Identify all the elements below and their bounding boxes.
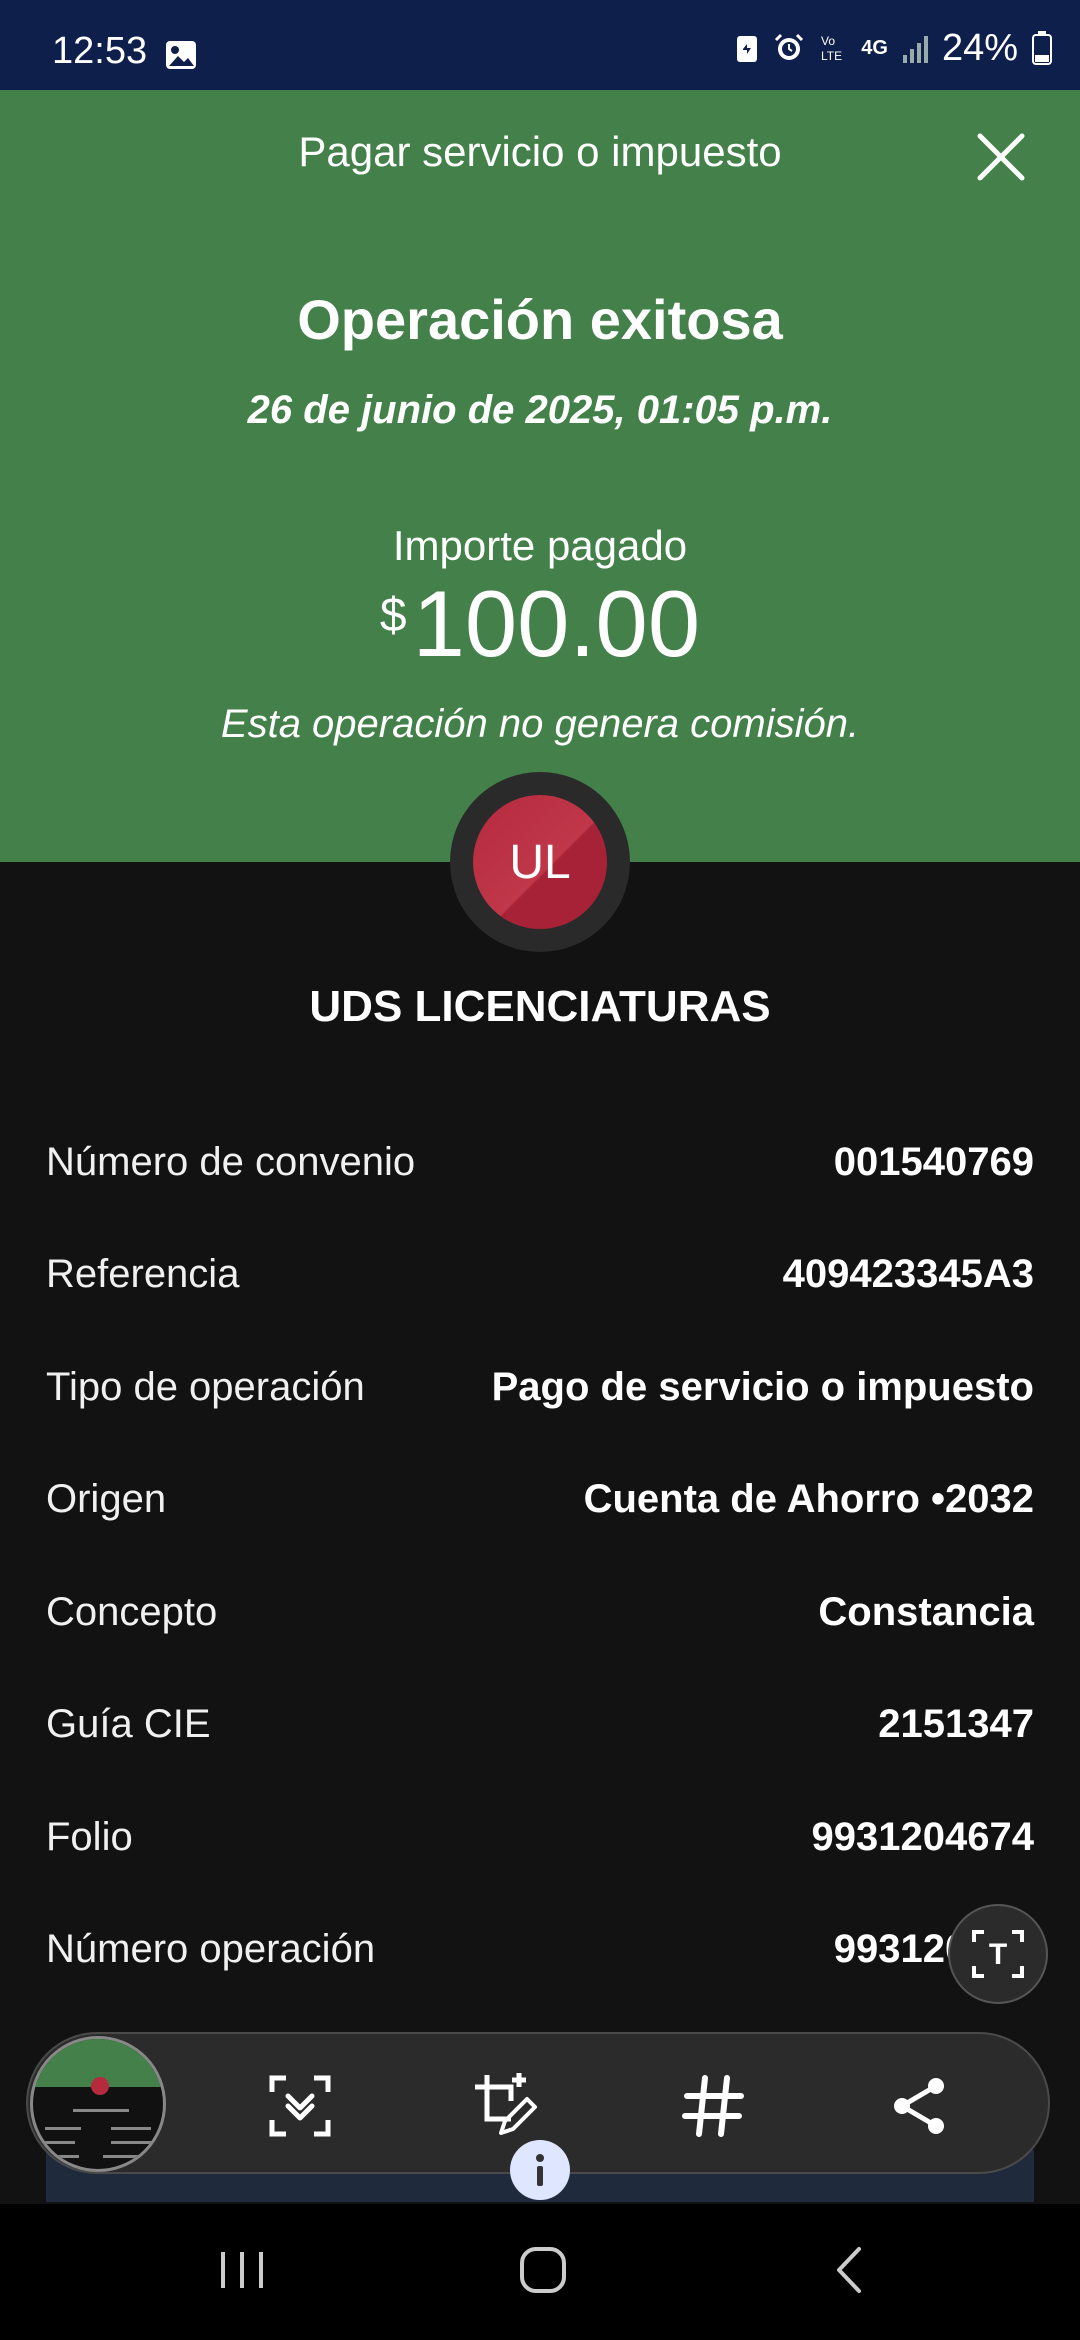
signal-icon: [902, 36, 928, 63]
operation-date: 26 de junio de 2025, 01:05 p.m.: [247, 388, 833, 432]
detail-label: Guía CIE: [46, 1701, 211, 1746]
share-icon: [894, 2078, 944, 2134]
detail-row: Número operación 993120474: [46, 1919, 1034, 1979]
crop-edit-button[interactable]: [468, 2068, 544, 2144]
amount-currency: $: [379, 589, 407, 642]
detail-row: Folio 9931204674: [46, 1807, 1034, 1867]
back-icon: [837, 2247, 861, 2293]
gallery-notification-icon: [166, 41, 196, 69]
toolbar-drag-handle[interactable]: [510, 2140, 570, 2200]
detail-row: Concepto Constancia: [46, 1582, 1034, 1642]
detail-label: Concepto: [46, 1589, 218, 1634]
close-icon[interactable]: [972, 128, 1030, 186]
home-icon: [520, 2247, 566, 2293]
detail-row: Guía CIE 2151347: [46, 1694, 1034, 1754]
detail-value: 001540769: [833, 1139, 1034, 1184]
detail-row: Referencia 409423345A3: [46, 1244, 1034, 1304]
svg-text:Vo: Vo: [821, 34, 835, 48]
info-handle-icon: [536, 2154, 544, 2186]
scroll-capture-icon: [269, 2075, 331, 2137]
detail-label: Origen: [46, 1476, 167, 1521]
detail-label: Tipo de operación: [46, 1364, 365, 1409]
back-button[interactable]: [814, 2240, 884, 2300]
page-title: Pagar servicio o impuesto: [298, 128, 782, 175]
detail-row: Tipo de operación Pago de servicio o imp…: [46, 1357, 1034, 1417]
detail-value: 409423345A3: [782, 1251, 1034, 1296]
battery-icon: [1032, 31, 1052, 65]
detail-label: Número de convenio: [46, 1139, 416, 1184]
operation-status-title: Operación exitosa: [297, 288, 783, 351]
detail-row: Número de convenio 001540769: [46, 1132, 1034, 1192]
status-time: 12:53: [52, 30, 148, 72]
detail-value: Cuenta de Ahorro •2032: [583, 1476, 1034, 1521]
commission-note: Esta operación no genera comisión.: [220, 702, 860, 746]
amount-paid: $100.00: [0, 570, 1080, 678]
hashtag-button[interactable]: [675, 2068, 751, 2144]
recent-apps-icon: [221, 2252, 263, 2288]
network-type: 4G: [861, 37, 888, 59]
detail-value: Constancia: [818, 1589, 1034, 1634]
detail-label: Número operación: [46, 1926, 376, 1971]
text-scan-icon: T: [972, 1930, 1024, 1978]
status-bar: 12:53 Vo LTE 4G 24%: [0, 0, 1080, 90]
merchant-avatar: UL: [473, 795, 607, 929]
scroll-capture-button[interactable]: [262, 2068, 338, 2144]
detail-label: Referencia: [46, 1251, 240, 1296]
alarm-icon: [775, 33, 804, 60]
amount-label: Importe pagado: [392, 522, 688, 569]
battery-percent: 24%: [941, 26, 1018, 69]
amount-value: 100.00: [412, 571, 701, 676]
detail-label: Folio: [46, 1814, 133, 1859]
svg-text:LTE: LTE: [821, 49, 842, 63]
clipboard-status-icon: [737, 36, 758, 62]
text-scan-label: T: [989, 1938, 1007, 1971]
screenshot-thumbnail[interactable]: [30, 2036, 166, 2172]
volte-icon: Vo LTE: [821, 34, 842, 63]
detail-row: Origen Cuenta de Ahorro •2032: [46, 1469, 1034, 1529]
home-button[interactable]: [508, 2240, 578, 2300]
detail-value: Pago de servicio o impuesto: [491, 1364, 1034, 1409]
status-indicators: Vo LTE 4G 24%: [735, 26, 1052, 69]
merchant-name: UDS LICENCIATURAS: [309, 982, 771, 1031]
detail-value: 2151347: [878, 1701, 1034, 1746]
share-button[interactable]: [882, 2068, 958, 2144]
detail-value: 9931204674: [811, 1814, 1034, 1859]
crop-edit-icon: [475, 2073, 537, 2135]
extract-text-button[interactable]: T: [948, 1904, 1048, 2004]
hashtag-icon: [682, 2075, 744, 2137]
recent-apps-button[interactable]: [207, 2240, 277, 2300]
